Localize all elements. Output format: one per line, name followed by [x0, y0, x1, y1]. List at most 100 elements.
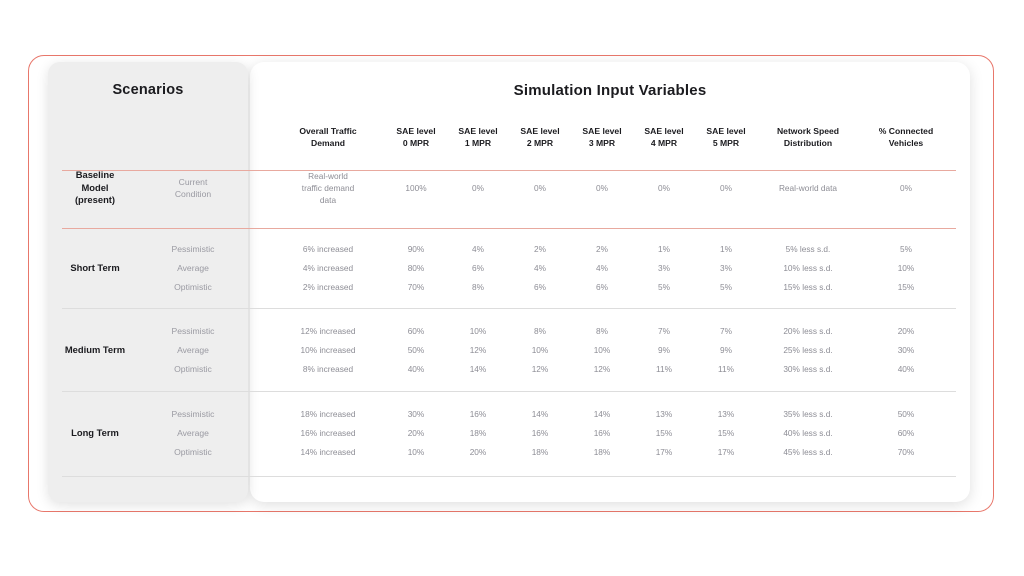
- table-cell: 0%: [900, 183, 912, 193]
- table-cell: 10% increased: [300, 345, 356, 355]
- table-cell: 6%: [534, 282, 546, 292]
- table-cell: 30%: [897, 345, 915, 355]
- table-cell: 45% less s.d.: [783, 447, 833, 457]
- table-cell: 16%: [593, 428, 611, 438]
- row-divider: [62, 391, 956, 392]
- scenario-sub-label: Average: [177, 263, 209, 273]
- table-cell: 12%: [469, 345, 487, 355]
- table-cell: 4% increased: [302, 263, 354, 273]
- row-divider: [62, 308, 956, 309]
- table-cell: 70%: [897, 447, 915, 457]
- table-cell: 7%: [720, 326, 732, 336]
- table-cell: 8% increased: [302, 364, 354, 374]
- table-cell: 2% increased: [302, 282, 354, 292]
- table-cell: 4%: [534, 263, 546, 273]
- table-cell: 90%: [407, 244, 425, 254]
- table-cell: 0%: [534, 183, 546, 193]
- column-header: SAE level 0 MPR: [396, 126, 436, 148]
- table-cell: 14%: [531, 409, 549, 419]
- table-cell: 16%: [531, 428, 549, 438]
- table-cell: 60%: [407, 326, 425, 336]
- table-cell: 10%: [897, 263, 915, 273]
- row-divider: [62, 170, 956, 171]
- table-cell: 5%: [900, 244, 912, 254]
- table-cell: 80%: [407, 263, 425, 273]
- column-header: % Connected Vehicles: [878, 126, 934, 148]
- scenario-group-label: Short Term: [70, 261, 120, 273]
- scenario-sub-label: Optimistic: [174, 364, 212, 374]
- table-cell: 50%: [897, 409, 915, 419]
- table-cell: 16%: [469, 409, 487, 419]
- table-cell: 100%: [405, 183, 427, 193]
- table-cell: 5%: [720, 282, 732, 292]
- table-cell: 0%: [596, 183, 608, 193]
- scenario-group-label: Long Term: [71, 426, 119, 438]
- simulation-input-variables-title: Simulation Input Variables: [513, 82, 707, 99]
- table-cell: 40%: [897, 364, 915, 374]
- table-cell: 35% less s.d.: [783, 409, 833, 419]
- table-cell: 60%: [897, 428, 915, 438]
- table-cell: 9%: [658, 345, 670, 355]
- row-divider: [62, 476, 956, 477]
- table-cell: 10%: [469, 326, 487, 336]
- table-cell: 11%: [718, 364, 734, 374]
- table-cell: 8%: [472, 282, 484, 292]
- table-cell: 9%: [720, 345, 732, 355]
- table-cell: 17%: [655, 447, 673, 457]
- table-cell: 10%: [593, 345, 611, 355]
- scenario-group-label: Medium Term: [64, 343, 126, 355]
- table-cell: 13%: [717, 409, 735, 419]
- table-cell: 20%: [469, 447, 487, 457]
- scenario-sub-label: Average: [177, 345, 209, 355]
- table-cell: 20%: [407, 428, 425, 438]
- table-cell: Real-world traffic demand data: [301, 171, 355, 205]
- table-cell: 3%: [720, 263, 732, 273]
- table-cell: 15% less s.d.: [783, 282, 833, 292]
- table-cell: 2%: [534, 244, 546, 254]
- table-cell: 40% less s.d.: [783, 428, 833, 438]
- table-cell: 15%: [655, 428, 673, 438]
- table-cell: 12%: [531, 364, 549, 374]
- table-cell: 4%: [596, 263, 608, 273]
- column-header: SAE level 4 MPR: [644, 126, 684, 148]
- table-cell: 8%: [596, 326, 608, 336]
- table-cell: 6%: [472, 263, 484, 273]
- table-cell: 30%: [407, 409, 425, 419]
- scenario-sub-label: Average: [177, 428, 209, 438]
- table-cell: 70%: [407, 282, 425, 292]
- scenarios-title: Scenarios: [112, 82, 184, 98]
- table-cell: 5%: [658, 282, 670, 292]
- table-cell: 20% less s.d.: [783, 326, 833, 336]
- table-cell: 12% increased: [300, 326, 356, 336]
- column-header: SAE level 1 MPR: [458, 126, 498, 148]
- scenario-group-label: Baseline Model (present): [74, 169, 116, 206]
- table-cell: 14%: [469, 364, 487, 374]
- scenario-sub-label: Optimistic: [174, 447, 212, 457]
- table-cell: 11%: [656, 364, 672, 374]
- scenario-sub-label: Optimistic: [174, 282, 212, 292]
- table-cell: 4%: [472, 244, 484, 254]
- table-cell: 8%: [534, 326, 546, 336]
- column-header-row: Overall Traffic Demand SAE level 0 MPR SAE…: [250, 126, 970, 160]
- table-cell: 6% increased: [302, 244, 354, 254]
- screenshot-root: Scenarios Simulation Input Variables Ove…: [0, 0, 1024, 576]
- scenario-sub-label: Pessimistic: [171, 409, 215, 419]
- table-cell: 1%: [720, 244, 732, 254]
- table-cell: 10% less s.d.: [783, 263, 833, 273]
- column-header: SAE level 5 MPR: [706, 126, 746, 148]
- table-cell: 7%: [658, 326, 670, 336]
- table-cell: 14%: [593, 409, 611, 419]
- table-cell: 10%: [407, 447, 425, 457]
- column-header: Overall Traffic Demand: [299, 126, 357, 148]
- table-cell: 18%: [593, 447, 611, 457]
- table-cell: 17%: [717, 447, 735, 457]
- table-cell: 18%: [469, 428, 487, 438]
- column-header: SAE level 3 MPR: [582, 126, 622, 148]
- table-cell: 0%: [720, 183, 732, 193]
- row-divider: [62, 228, 956, 229]
- column-header: SAE level 2 MPR: [520, 126, 560, 148]
- table-cell: 15%: [897, 282, 915, 292]
- table-cell: 40%: [407, 364, 425, 374]
- table-cell: 5% less s.d.: [785, 244, 831, 254]
- table-cell: 1%: [658, 244, 670, 254]
